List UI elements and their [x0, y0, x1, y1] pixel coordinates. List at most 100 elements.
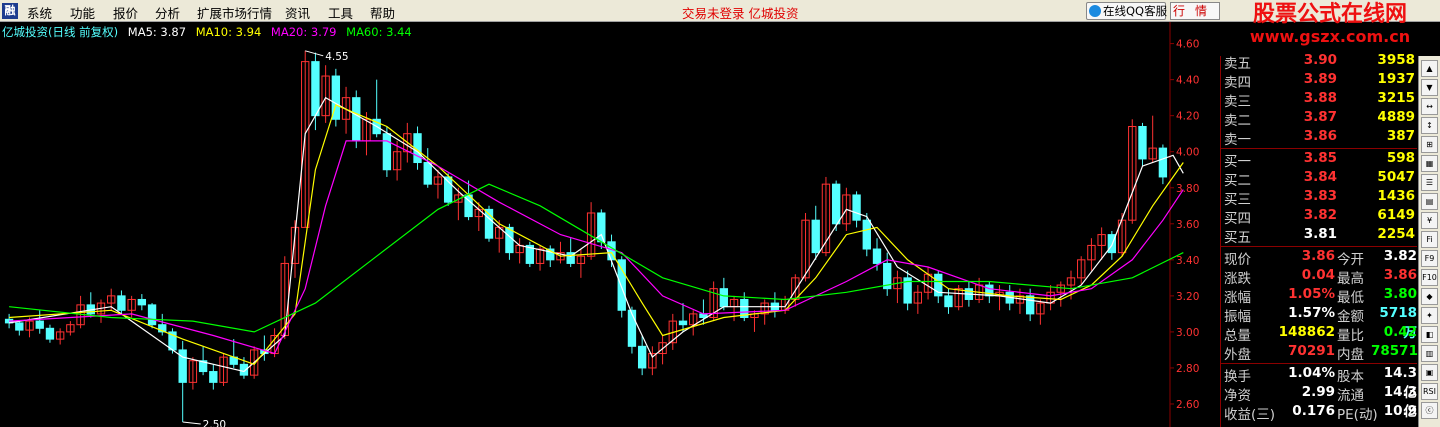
- stat-label: 今开: [1337, 252, 1364, 268]
- ask-volume: 3958: [1377, 52, 1415, 68]
- menu-news[interactable]: 资讯: [285, 3, 310, 22]
- candle-body: [597, 212, 606, 243]
- toolbar-button[interactable]: ☰: [1421, 174, 1438, 191]
- y-tick-label: 4.00: [1176, 147, 1199, 159]
- toolbar-button[interactable]: ↔: [1421, 98, 1438, 115]
- high-label: 4.55: [325, 51, 348, 63]
- stat-value: 3.82: [1383, 248, 1417, 264]
- y-tick-label: 3.20: [1176, 291, 1199, 303]
- menu-analysis[interactable]: 分析: [155, 3, 180, 22]
- stat-row: 涨幅 1.05% 最低 3.80: [1221, 286, 1417, 306]
- toolbar-button[interactable]: ▣: [1421, 364, 1438, 381]
- bid-volume: 598: [1386, 150, 1415, 166]
- ask-volume: 3215: [1377, 90, 1415, 106]
- stat-value: 0.42: [1383, 324, 1417, 340]
- candle-body: [209, 371, 218, 383]
- stat-row: 现价 3.86 今开 3.82: [1221, 248, 1417, 268]
- ma-line-ma5: [9, 96, 1184, 373]
- toolbar-button[interactable]: RSI: [1421, 383, 1438, 400]
- toolbar-button[interactable]: F10: [1421, 269, 1438, 286]
- stat-value: 3.80: [1383, 286, 1417, 302]
- toolbar-button[interactable]: ▦: [1421, 155, 1438, 172]
- toolbar-button[interactable]: ◆: [1421, 288, 1438, 305]
- candle-body: [678, 320, 688, 326]
- divider: [1221, 363, 1417, 364]
- ask-row[interactable]: 卖一 3.86 387: [1221, 128, 1417, 148]
- toolbar-button[interactable]: ↕: [1421, 117, 1438, 134]
- side-toolbar: ▲ ▼ ↔ ↕ ⊞ ▦ ☰ ▤ ¥ Fi F9 F10 ◆ ✦ ◧ ▥ ▣ RSI ⓒ: [1418, 56, 1440, 427]
- ask-price: 3.89: [1303, 71, 1337, 87]
- ask-row[interactable]: 卖五 3.90 3958: [1221, 52, 1417, 72]
- menu-tools[interactable]: 工具: [328, 3, 353, 22]
- ask-row[interactable]: 卖二 3.87 4889: [1221, 109, 1417, 129]
- bid-row[interactable]: 买一 3.85 598: [1221, 150, 1417, 170]
- candle-body: [637, 345, 647, 369]
- bid-price: 3.83: [1303, 188, 1337, 204]
- high-pointer: [305, 50, 324, 57]
- y-tick-label: 2.80: [1176, 363, 1199, 375]
- bid-label: 买四: [1224, 211, 1251, 227]
- kline-svg[interactable]: 4.60 4.40 4.20 4.00 3.80 3.60 3.40 3.20 3.00 2.80…: [0, 22, 1220, 427]
- toolbar-button[interactable]: ✦: [1421, 307, 1438, 324]
- bid-row[interactable]: 买四 3.82 6149: [1221, 207, 1417, 227]
- bid-row[interactable]: 买二 3.84 5047: [1221, 169, 1417, 189]
- chart-legend: 亿城投资(日线 前复权) MA5: 3.87 MA10: 3.94 MA20: …: [2, 24, 418, 40]
- menu-extended-market[interactable]: 扩展市场行情: [197, 3, 272, 22]
- toolbar-button[interactable]: ▤: [1421, 193, 1438, 210]
- stat-label: 外盘: [1224, 347, 1251, 363]
- stat-value: 0.04: [1301, 267, 1335, 283]
- ask-row[interactable]: 卖四 3.89 1937: [1221, 71, 1417, 91]
- menu-help[interactable]: 帮助: [370, 3, 395, 22]
- app-logo-icon[interactable]: 融: [2, 3, 18, 19]
- ask-price: 3.86: [1303, 128, 1337, 144]
- stat-label: 涨幅: [1224, 290, 1251, 306]
- stat-value: 78571: [1371, 343, 1418, 359]
- toolbar-button[interactable]: ▲: [1421, 60, 1438, 77]
- bid-volume: 1436: [1377, 188, 1415, 204]
- candle-body: [1158, 147, 1168, 178]
- bid-row[interactable]: 买五 3.81 2254: [1221, 226, 1417, 246]
- stat-value: 70291: [1288, 343, 1335, 359]
- brand-watermark: 股票公式在线网 www.gszx.com.cn: [1224, 4, 1436, 45]
- qq-support-button[interactable]: 在线QQ客服: [1086, 2, 1167, 20]
- toolbar-button[interactable]: ▥: [1421, 345, 1438, 362]
- menu-function[interactable]: 功能: [70, 3, 95, 22]
- toolbar-button[interactable]: ▼: [1421, 79, 1438, 96]
- toolbar-button[interactable]: ⓒ: [1421, 402, 1438, 419]
- toolbar-button[interactable]: ¥: [1421, 212, 1438, 229]
- ma-line-ma60: [9, 183, 1184, 333]
- stat-label: 现价: [1224, 252, 1251, 268]
- stat-label: 总量: [1224, 328, 1251, 344]
- stat-row: 外盘 70291 内盘 78571: [1221, 343, 1418, 363]
- y-tick-label: 4.60: [1176, 39, 1199, 51]
- ask-row[interactable]: 卖三 3.88 3215: [1221, 90, 1417, 110]
- market-tab[interactable]: 行情: [1170, 2, 1220, 20]
- y-tick-label: 3.40: [1176, 255, 1199, 267]
- candle-body: [627, 309, 637, 347]
- toolbar-button[interactable]: ⊞: [1421, 136, 1438, 153]
- stat-value: 3.86: [1301, 248, 1335, 264]
- candle-body: [137, 298, 147, 306]
- toolbar-button[interactable]: Fi: [1421, 231, 1438, 248]
- ask-price: 3.87: [1303, 109, 1337, 125]
- stat-row: 振幅 1.57% 金额 5718万: [1221, 305, 1417, 341]
- ask-label: 卖五: [1224, 56, 1251, 72]
- candle-body: [15, 322, 24, 331]
- toolbar-button[interactable]: ◧: [1421, 326, 1438, 343]
- menu-system[interactable]: 系统: [27, 3, 52, 22]
- menu-quote[interactable]: 报价: [113, 3, 138, 22]
- y-tick-label: 3.80: [1176, 183, 1199, 195]
- stat-value: 1.57%: [1288, 305, 1335, 321]
- info-value: 2.99: [1301, 384, 1335, 400]
- bid-label: 买五: [1224, 230, 1251, 246]
- y-tick-label: 4.40: [1176, 75, 1199, 87]
- kline-chart[interactable]: 4.60 4.40 4.20 4.00 3.80 3.60 3.40 3.20 3.00 2.80…: [0, 22, 1220, 427]
- ma-line-ma10: [9, 104, 1184, 366]
- login-status: 交易未登录 亿城投资: [682, 6, 799, 21]
- toolbar-button[interactable]: F9: [1421, 250, 1438, 267]
- bid-volume: 6149: [1377, 207, 1415, 223]
- stat-label: 涨跌: [1224, 271, 1251, 287]
- divider: [1221, 246, 1417, 247]
- low-pointer: [182, 421, 201, 425]
- bid-row[interactable]: 买三 3.83 1436: [1221, 188, 1417, 208]
